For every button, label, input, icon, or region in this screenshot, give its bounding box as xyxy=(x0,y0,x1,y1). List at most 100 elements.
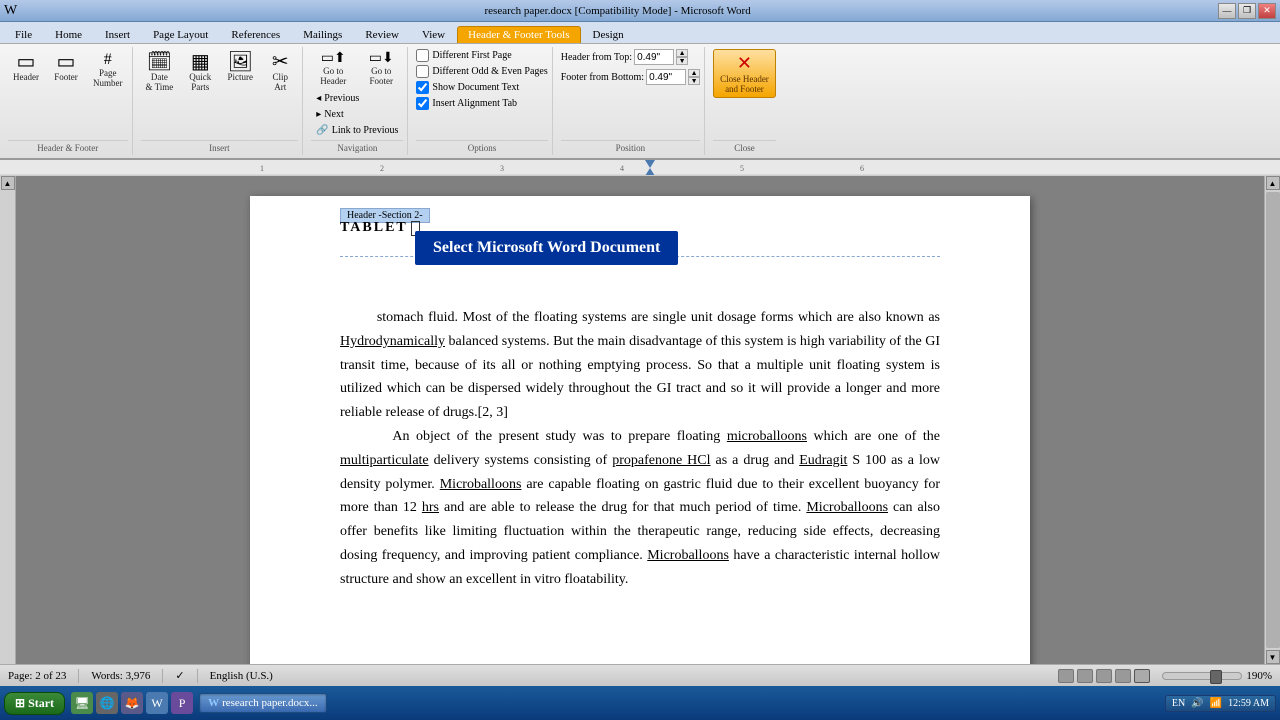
ribbon-tab-header-&-footer-tools[interactable]: Header & Footer Tools xyxy=(457,26,580,43)
scroll-up-button[interactable]: ▲ xyxy=(1266,176,1280,190)
go-to-header-button[interactable]: ▭⬆ Go toHeader xyxy=(311,49,355,89)
firefox-icon[interactable]: 🦊 xyxy=(121,692,143,714)
date-time-button[interactable]: 🗓 Date& Time xyxy=(141,49,179,95)
hydrodynamically-link: Hydrodynamically xyxy=(340,334,445,349)
ribbon-tab-review[interactable]: Review xyxy=(354,26,410,43)
show-document-text-input[interactable] xyxy=(416,81,429,94)
header-from-top-down[interactable]: ▼ xyxy=(676,57,688,65)
select-popup[interactable]: Select Microsoft Word Document xyxy=(415,231,678,265)
ribbon-group-close: ✕ Close Headerand Footer Close xyxy=(709,47,780,155)
footer-from-bottom-input[interactable] xyxy=(646,69,686,85)
header-icon: ▭ xyxy=(17,52,36,72)
ie-icon[interactable]: 🌐 xyxy=(96,692,118,714)
document-area[interactable]: Header -Section 2- TABLET Select Microso… xyxy=(16,176,1264,664)
ribbon-tab-view[interactable]: View xyxy=(411,26,456,43)
header-from-top-input[interactable] xyxy=(634,49,674,65)
status-bar: Page: 2 of 23 Words: 3,976 ✓ English (U.… xyxy=(0,664,1280,686)
propafenone-link: propafenone HCl xyxy=(612,453,710,468)
zoom-slider[interactable] xyxy=(1162,672,1242,680)
zoom-thumb[interactable] xyxy=(1210,670,1222,684)
picture-button[interactable]: 🖼 Picture xyxy=(222,49,258,85)
windows-logo: ⊞ xyxy=(15,696,25,711)
ps-icon[interactable]: P xyxy=(171,692,193,714)
close-header-footer-button[interactable]: ✕ Close Headerand Footer xyxy=(713,49,776,98)
web-layout-button[interactable] xyxy=(1096,669,1112,683)
ribbon-group-navigation: ▭⬆ Go toHeader ▭⬇ Go toFooter ◂ Previous… xyxy=(307,47,408,155)
restore-button[interactable]: ❐ xyxy=(1238,3,1256,19)
ribbon-group-label-position: Position xyxy=(561,140,700,153)
ribbon-tab-mailings[interactable]: Mailings xyxy=(292,26,353,43)
ribbon-tab-home[interactable]: Home xyxy=(44,26,93,43)
page-number-button[interactable]: # PageNumber xyxy=(88,49,128,91)
multiparticulate-link: multiparticulate xyxy=(340,453,429,468)
title-bar-buttons: — ❐ ✕ xyxy=(1218,3,1276,19)
different-first-page-checkbox[interactable]: Different First Page xyxy=(416,49,511,62)
title-bar: W research paper.docx [Compatibility Mod… xyxy=(0,0,1280,22)
footer-from-bottom-up[interactable]: ▲ xyxy=(688,69,700,77)
taskbar-word-icon: W xyxy=(208,697,219,709)
close-header-icon: ✕ xyxy=(737,53,752,74)
print-layout-button[interactable] xyxy=(1077,669,1093,683)
hrs-link: hrs xyxy=(422,500,439,515)
ribbon-tab-insert[interactable]: Insert xyxy=(94,26,141,43)
ribbon-tabs: FileHomeInsertPage LayoutReferencesMaili… xyxy=(0,22,1280,44)
ribbon-group-label-header-footer: Header & Footer xyxy=(8,140,128,153)
paragraph-1: stomach fluid. Most of the floating syst… xyxy=(340,306,940,425)
speaker-icon: 🔊 xyxy=(1191,698,1203,709)
scroll-down-button[interactable]: ▼ xyxy=(1266,650,1280,664)
quick-parts-icon: ▦ xyxy=(191,52,210,72)
zoom-level: 190% xyxy=(1246,670,1272,682)
taskbar: ⊞ Start 🖥 🌐 🦊 W P W research paper.docx.… xyxy=(0,686,1280,720)
ribbon-tab-design[interactable]: Design xyxy=(582,26,635,43)
scroll-up-arrow[interactable]: ▲ xyxy=(1,176,15,190)
page-number-icon: # xyxy=(104,52,112,68)
draft-view-button[interactable] xyxy=(1134,669,1150,683)
insert-alignment-tab-checkbox[interactable]: Insert Alignment Tab xyxy=(416,97,517,110)
previous-button[interactable]: ◂ Previous xyxy=(311,91,403,106)
right-scrollbar[interactable]: ▲ ▼ xyxy=(1264,176,1280,664)
ribbon-tab-page-layout[interactable]: Page Layout xyxy=(142,26,219,43)
svg-text:4: 4 xyxy=(620,164,624,173)
ribbon: ▭ Header ▭ Footer # PageNumber Header & … xyxy=(0,44,1280,160)
ribbon-tab-references[interactable]: References xyxy=(220,26,291,43)
show-document-text-checkbox[interactable]: Show Document Text xyxy=(416,81,519,94)
svg-text:3: 3 xyxy=(500,164,504,173)
microballoons-link-1: microballoons xyxy=(727,429,807,444)
clip-art-button[interactable]: ✂ ClipArt xyxy=(262,49,298,95)
different-first-page-input[interactable] xyxy=(416,49,429,62)
taskbar-word-item[interactable]: W research paper.docx... xyxy=(199,693,327,713)
microballoons-link-4: Microballoons xyxy=(647,548,729,563)
start-button[interactable]: ⊞ Start xyxy=(4,692,65,715)
insert-alignment-tab-input[interactable] xyxy=(416,97,429,110)
microballoons-link-2: Microballoons xyxy=(440,477,522,492)
minimize-button[interactable]: — xyxy=(1218,3,1236,19)
different-odd-even-input[interactable] xyxy=(416,65,429,78)
footer-button[interactable]: ▭ Footer xyxy=(48,49,84,85)
word-icon[interactable]: W xyxy=(146,692,168,714)
outline-view-button[interactable] xyxy=(1115,669,1131,683)
page-status: Page: 2 of 23 xyxy=(8,670,66,682)
en-indicator: EN xyxy=(1172,698,1185,709)
quick-launch: 🖥 🌐 🦊 W P xyxy=(67,692,197,714)
normal-view-button[interactable] xyxy=(1058,669,1074,683)
header-from-top-field: Header from Top: ▲ ▼ xyxy=(561,49,688,65)
system-tray: EN 🔊 📶 12:59 AM xyxy=(1165,695,1276,712)
footer-from-bottom-down[interactable]: ▼ xyxy=(688,77,700,85)
svg-text:2: 2 xyxy=(380,164,384,173)
go-to-footer-icon: ▭⬇ xyxy=(369,52,394,66)
left-margin: ▲ xyxy=(0,176,16,664)
spelling-icon-container: ✓ xyxy=(175,669,184,682)
different-odd-even-checkbox[interactable]: Different Odd & Even Pages xyxy=(416,65,547,78)
desktop-icon[interactable]: 🖥 xyxy=(71,692,93,714)
ribbon-tab-file[interactable]: File xyxy=(4,26,43,43)
go-to-footer-button[interactable]: ▭⬇ Go toFooter xyxy=(359,49,403,89)
header-button[interactable]: ▭ Header xyxy=(8,49,44,85)
next-button[interactable]: ▸ Next xyxy=(311,107,403,122)
ribbon-group-options: Different First Page Different Odd & Eve… xyxy=(412,47,552,155)
link-to-previous-button[interactable]: 🔗 Link to Previous xyxy=(311,123,403,138)
scroll-thumb[interactable] xyxy=(1266,192,1280,648)
header-from-top-up[interactable]: ▲ xyxy=(676,49,688,57)
content-area: ▲ Header -Section 2- TABLET Select Micro… xyxy=(0,176,1280,664)
quick-parts-button[interactable]: ▦ QuickParts xyxy=(182,49,218,95)
close-button[interactable]: ✕ xyxy=(1258,3,1276,19)
